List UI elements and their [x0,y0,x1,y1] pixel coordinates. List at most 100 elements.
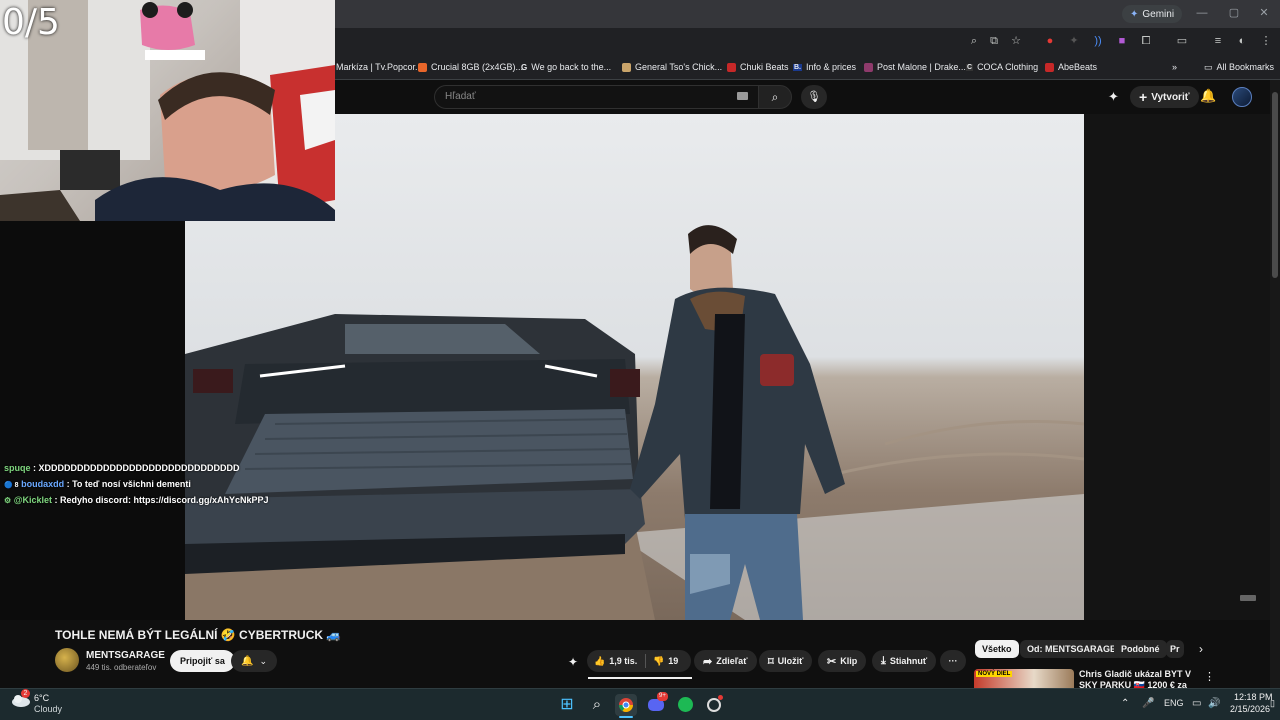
plus-icon: + [1139,89,1148,105]
clip-button[interactable]: ✂ Klip [818,650,867,672]
like-button[interactable]: 👍 1,9 tis. [594,650,637,672]
like-ratio-bar [588,677,692,679]
recommended-title[interactable]: Chris Gladič ukázal BYT V SKY PARKU 🇸🇰 1… [1079,669,1203,688]
bookmark-icon: ⌑ [768,655,774,668]
chevron-right-icon[interactable]: › [1192,640,1210,658]
bookmark-favicon [1045,62,1054,72]
clock-time[interactable]: 12:18 PM [1234,692,1273,702]
share-button[interactable]: ➦ Zdieľať [694,650,757,672]
dislike-button[interactable]: 👎 19 [653,650,678,672]
maximize-icon[interactable]: ▢ [1226,6,1242,20]
bookmark-item[interactable]: C COCA Clothing [966,60,1038,74]
profile-icon[interactable]: ◐ [1234,33,1250,49]
bookmark-favicon: B. [793,63,802,71]
join-button[interactable]: Pripojiť sa [170,650,235,672]
voice-search-button[interactable]: 🎙 [801,85,827,109]
ask-ai-sparkle-icon[interactable]: ✦ [568,655,578,669]
kebab-menu-icon[interactable]: ⋮ [1204,670,1215,683]
language-indicator[interactable]: ENG [1164,698,1184,708]
windows-taskbar [0,688,1280,720]
active-app-indicator [619,716,633,718]
chat-text: : Redyho discord: https://discord.gg/xAh… [51,495,269,505]
thumbs-up-icon: 👍 [594,655,606,666]
reading-list-icon[interactable]: ≡ [1210,33,1226,49]
gemini-sparkle-icon[interactable]: ✦ [1108,89,1119,105]
network-icon[interactable]: ▭ [1192,698,1201,709]
chat-message: ⚙ @Kicklet : Redyho discord: https://dis… [4,495,269,505]
subscriber-count: 449 tis. odberateľov [86,663,157,672]
chip-from-channel[interactable]: Od: MENTSGARAGE [1020,640,1123,658]
create-button[interactable]: + Vytvoriť [1130,86,1199,108]
menu-kebab-icon[interactable]: ⋮ [1258,33,1274,49]
clock-date[interactable]: 2/15/2026 [1230,704,1270,714]
chevron-up-icon[interactable]: ⌃ [1121,698,1129,709]
extension-red-icon[interactable]: ● [1042,33,1058,49]
cloud-icon[interactable]: 2 [10,689,32,708]
bookmark-item[interactable]: Post Malone | Drake... [864,60,966,74]
share-arrow-icon: ➦ [703,655,713,668]
bookmark-item[interactable]: Markíza | Tv.Popcor... [336,60,423,74]
bookmark-item[interactable]: G We go back to the... [521,60,611,74]
bookmark-item[interactable]: Crucial 8GB (2x4GB)... [418,60,523,74]
all-bookmarks-button[interactable]: ▭ All Bookmarks [1204,60,1274,74]
more-actions-button[interactable]: ··· [940,650,966,672]
more-bookmarks-icon[interactable]: » [1172,60,1177,74]
chat-username: @Kicklet [13,495,52,505]
bookmark-item[interactable]: AbeBeats [1045,60,1097,74]
gemini-button[interactable]: ✦ Gemini [1122,5,1183,23]
bookmark-item[interactable]: Chuki Beats [727,60,789,74]
zoom-icon[interactable]: ⌕ [966,33,982,49]
scrollbar-thumb[interactable] [1272,92,1278,278]
bookmark-favicon [418,62,427,72]
bookmark-favicon: C [966,63,974,71]
gemini-label: Gemini [1142,8,1175,20]
channel-name[interactable]: MENTSGARAGE [86,650,165,661]
account-avatar[interactable] [1232,87,1252,107]
player-side-panel [1084,114,1270,620]
extension-wave-icon[interactable]: )) [1090,33,1106,49]
discord-badge: 9+ [657,692,668,701]
extensions-puzzle-icon[interactable]: ⧠ [1138,33,1154,49]
notification-center-icon[interactable]: ▯ [1270,698,1275,709]
search-icon: ⌕ [771,90,779,104]
bookmark-star-icon[interactable]: ☆ [1008,33,1024,49]
install-app-icon[interactable]: ⧉ [986,33,1002,49]
chat-username: boudaxdd [21,479,65,489]
spotify-icon[interactable] [674,694,696,716]
minimize-icon[interactable]: — [1194,6,1210,20]
bookmark-favicon [622,62,631,72]
scissors-icon: ✂ [827,655,837,668]
chat-text: : XDDDDDDDDDDDDDDDDDDDDDDDDDDDDDD [30,463,240,473]
volume-icon[interactable]: 🔊 [1208,698,1220,709]
close-icon[interactable]: ✕ [1256,6,1272,20]
search-icon[interactable]: ⌕ [586,694,608,716]
search-button[interactable]: ⌕ [758,85,792,109]
chip-related[interactable]: Podobné [1114,640,1167,658]
extension-grey-icon[interactable]: ✦ [1066,33,1082,49]
channel-avatar[interactable] [55,648,79,672]
windows-start-icon[interactable]: ⊞ [556,694,578,716]
extension-purple-icon[interactable]: ■ [1114,33,1130,49]
thumbs-down-icon: 👎 [653,655,665,666]
bookmark-item[interactable]: General Tso's Chick... [622,60,722,74]
app-icon[interactable] [703,694,725,716]
like-count: 1,9 tis. [609,656,638,666]
search-input[interactable]: Hľadať [434,85,758,109]
cast-icon[interactable]: ▭ [1174,33,1190,49]
chrome-icon[interactable] [615,694,637,716]
keyboard-icon[interactable] [737,92,748,100]
chip-all[interactable]: Všetko [975,640,1019,658]
bookmark-item[interactable]: B. Info & prices [793,60,856,74]
chip-partial[interactable]: Pr [1166,640,1184,658]
channel-watermark-icon[interactable] [1240,595,1256,601]
chat-username: spuqe [4,463,31,473]
download-button[interactable]: ⤓ Stiahnuť [872,650,937,672]
microphone-tray-icon[interactable]: 🎤 [1142,698,1154,709]
notifications-bell-icon[interactable]: 🔔 [1200,88,1216,104]
weather-condition: Cloudy [34,704,63,714]
notification-settings-button[interactable]: 🔔 ⌄ [231,650,277,672]
discord-icon[interactable]: 9+ [645,692,668,716]
recommended-thumbnail[interactable]: NOVÝ DIEL [974,669,1074,688]
ellipsis-icon: ··· [948,656,958,666]
save-button[interactable]: ⌑ Uložiť [759,650,813,672]
